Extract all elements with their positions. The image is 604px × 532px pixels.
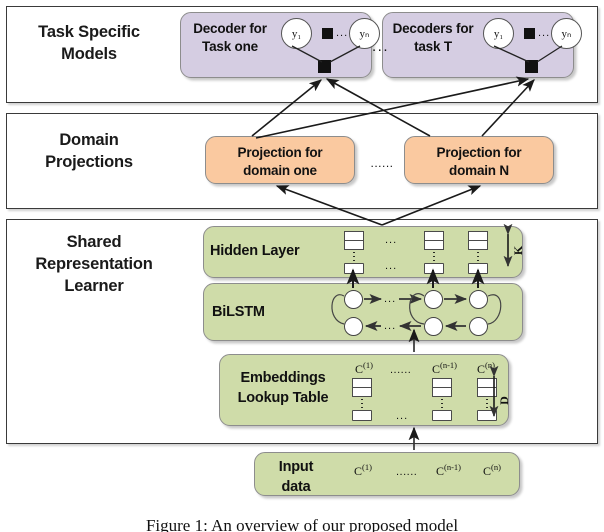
embeddings-column-label-2-base: C bbox=[432, 362, 441, 376]
decoder-one-node-y1-label: y₁ bbox=[291, 27, 302, 40]
bilstm-label: BiLSTM bbox=[212, 304, 265, 320]
hidden-unit-2-top-cell bbox=[424, 231, 444, 250]
embedding-unit-1-bottom-cell bbox=[352, 410, 372, 421]
hidden-unit-1-vertical-dots bbox=[344, 250, 364, 263]
embedding-unit-2-top-cell bbox=[432, 378, 452, 397]
bilstm-backward-node-1 bbox=[344, 317, 363, 336]
decoder-t-node-yn-label: yₙ bbox=[561, 28, 572, 40]
bilstm-backward-ellipsis: ... bbox=[384, 320, 397, 332]
input-column-label-1-sup: (1) bbox=[362, 462, 372, 472]
hidden-unit-2-bottom-cell bbox=[424, 263, 444, 274]
bilstm-forward-node-2 bbox=[424, 290, 443, 309]
embeddings-column-label-3-base: C bbox=[477, 362, 486, 376]
section-title-task-specific-models: Task Specific Models bbox=[38, 23, 140, 63]
decoder-t-node-y1: y₁ bbox=[483, 18, 514, 49]
decoder-one-node-y1: y₁ bbox=[281, 18, 312, 49]
section-title-shared-representation-learner: Shared Representation Learner bbox=[35, 233, 153, 295]
decoder-t-input-square bbox=[525, 60, 538, 73]
input-column-label-1-base: C bbox=[354, 464, 363, 478]
hidden-layer-top-ellipsis: ... bbox=[385, 234, 398, 246]
hidden-unit-3 bbox=[468, 231, 488, 274]
embedding-unit-2 bbox=[432, 378, 452, 421]
embedding-unit-3-top-cell bbox=[477, 378, 497, 397]
figure-canvas: Task Specific Models Domain Projections Sh… bbox=[0, 0, 604, 532]
hidden-unit-3-bottom-cell bbox=[468, 263, 488, 274]
embeddings-column-label-2-sup: (n-1) bbox=[440, 360, 458, 370]
decoder-t-node-ellipsis: ... bbox=[538, 27, 551, 39]
bilstm-backward-node-2 bbox=[424, 317, 443, 336]
section-title-domain-projections: Domain Projections bbox=[45, 131, 133, 171]
embeddings-column-label-1: C(1) bbox=[355, 360, 373, 377]
embedding-unit-1-vertical-dots bbox=[352, 397, 372, 410]
input-column-label-3: C(n) bbox=[483, 462, 501, 479]
embedding-unit-3 bbox=[477, 378, 497, 421]
projection-block-domain-one-label: Projection for domain one bbox=[237, 145, 323, 179]
input-column-label-2-base: C bbox=[436, 464, 445, 478]
input-column-label-2: C(n-1) bbox=[436, 462, 461, 479]
input-column-label-2-sup: (n-1) bbox=[444, 462, 462, 472]
hidden-unit-2 bbox=[424, 231, 444, 274]
figure-caption: Figure 1: An overview of our proposed mo… bbox=[145, 516, 459, 532]
decoder-one-factor-square bbox=[322, 28, 333, 39]
embedding-unit-3-bottom-cell bbox=[477, 410, 497, 421]
hidden-unit-3-vertical-dots bbox=[468, 250, 488, 263]
embeddings-lookup-table-label: Embeddings Lookup Table bbox=[237, 370, 329, 407]
decoder-one-input-square bbox=[318, 60, 331, 73]
embeddings-dimension-label: D bbox=[496, 396, 511, 405]
embeddings-column-label-3: C(n) bbox=[477, 360, 495, 377]
hidden-layer-bottom-ellipsis: ... bbox=[385, 260, 398, 272]
hidden-layer-label: Hidden Layer bbox=[210, 243, 300, 259]
hidden-unit-3-top-cell bbox=[468, 231, 488, 250]
input-column-label-1: C(1) bbox=[354, 462, 372, 479]
bilstm-forward-node-1 bbox=[344, 290, 363, 309]
bilstm-forward-ellipsis: ... bbox=[384, 293, 397, 305]
decoder-t-factor-square bbox=[524, 28, 535, 39]
embeddings-column-label-2: C(n-1) bbox=[432, 360, 457, 377]
decoder-one-node-yn-label: yₙ bbox=[359, 28, 370, 40]
bilstm-forward-node-3 bbox=[469, 290, 488, 309]
embedding-unit-2-vertical-dots bbox=[432, 397, 452, 410]
hidden-unit-1 bbox=[344, 231, 364, 274]
projection-block-domain-n-label: Projection for domain N bbox=[436, 145, 522, 179]
embedding-unit-1 bbox=[352, 378, 372, 421]
embedding-unit-2-bottom-cell bbox=[432, 410, 452, 421]
projections-between-ellipsis: ...... bbox=[370, 156, 394, 170]
bilstm-backward-node-3 bbox=[469, 317, 488, 336]
decoder-block-task-t-label: Decoders for task T bbox=[392, 21, 474, 55]
hidden-unit-1-top-cell bbox=[344, 231, 364, 250]
embeddings-column-label-3-sup: (n) bbox=[485, 360, 495, 370]
decoder-t-node-y1-label: y₁ bbox=[493, 27, 504, 40]
embedding-unit-1-top-cell bbox=[352, 378, 372, 397]
input-data-label: Input data bbox=[278, 459, 314, 495]
input-column-label-3-base: C bbox=[483, 464, 492, 478]
decoder-block-task-one-label: Decoder for Task one bbox=[193, 21, 267, 55]
hidden-unit-1-bottom-cell bbox=[344, 263, 364, 274]
embeddings-column-label-1-sup: (1) bbox=[363, 360, 373, 370]
embeddings-between-ellipsis: ...... bbox=[390, 364, 412, 376]
decoder-one-node-yn: yₙ bbox=[349, 18, 380, 49]
embeddings-column-label-1-base: C bbox=[355, 362, 364, 376]
decoder-t-node-yn: yₙ bbox=[551, 18, 582, 49]
input-column-label-3-sup: (n) bbox=[491, 462, 501, 472]
input-data-between-ellipsis: ...... bbox=[396, 466, 418, 478]
decoder-one-node-ellipsis: ... bbox=[336, 27, 349, 39]
hidden-unit-2-vertical-dots bbox=[424, 250, 444, 263]
embeddings-bottom-ellipsis: ... bbox=[396, 410, 409, 422]
embedding-unit-3-vertical-dots bbox=[477, 397, 497, 410]
hidden-layer-dimension-label: K bbox=[511, 245, 526, 256]
